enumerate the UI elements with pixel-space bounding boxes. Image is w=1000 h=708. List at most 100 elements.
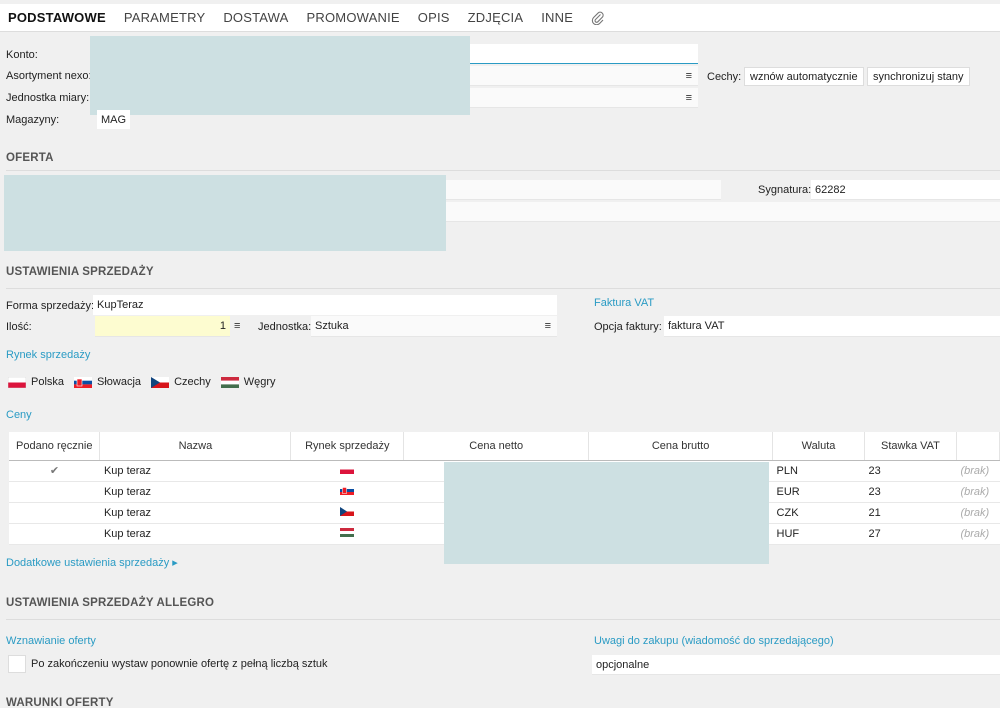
opcja-faktury-value: faktura VAT [668,320,725,332]
rynek-sprzedazy-link[interactable]: Rynek sprzedaży [6,349,90,361]
tab-opis[interactable]: OPIS [418,10,450,25]
uwagi-value: opcjonalne [596,658,650,671]
column-header[interactable]: Waluta [772,432,865,461]
uwagi-field[interactable]: opcjonalne [592,655,1000,675]
market-name: Węgry [243,376,276,388]
row-name: Kup teraz [99,502,291,524]
konto-field[interactable] [470,44,698,64]
row-currency: CZK [772,502,865,524]
dodatkowe-ustawienia-link[interactable]: Dodatkowe ustawienia sprzedaży ▸ [6,556,178,569]
tab-zdjecia[interactable]: ZDJĘCIA [468,10,524,25]
menu-icon[interactable]: ≡ [686,92,692,104]
menu-icon[interactable]: ≡ [545,320,551,332]
market-name: Słowacja [97,376,142,388]
manual-check-icon[interactable] [9,523,100,545]
row-vat[interactable]: 21 [864,502,957,524]
magazyny-value-text: MAG [101,113,127,126]
wznawianie-checkbox[interactable] [8,655,26,673]
jednostka-field[interactable]: Sztuka ≡ [311,316,557,337]
column-header[interactable]: Cena netto [403,432,590,461]
market-czechy[interactable]: Czechy [151,376,211,388]
row-vat[interactable]: 23 [864,460,957,482]
magazyny-label: Magazyny: [6,114,60,126]
row-vat[interactable]: 23 [864,481,957,503]
asortyment-field[interactable]: ≡ [470,66,698,86]
tab-promowanie[interactable]: PROMOWANIE [307,10,400,25]
row-extra: (brak) [956,460,1000,482]
wznow-automatycznie-text: wznów automatycznie [750,70,858,83]
opcja-faktury-label: Opcja faktury: [594,321,662,333]
manual-check-icon[interactable] [9,502,100,524]
markets-list: Polska Słowacja Czechy Węgry [8,376,286,388]
oferta-field-2[interactable] [446,202,1000,222]
market-wegry[interactable]: Węgry [220,376,276,388]
wznawianie-oferty-link[interactable]: Wznawianie oferty [6,635,96,647]
row-currency: EUR [772,481,865,503]
row-currency: PLN [772,460,865,482]
opcja-faktury-field[interactable]: faktura VAT [664,316,1000,337]
column-header[interactable]: Rynek sprzedaży [290,432,405,461]
divider [6,619,1000,620]
magazyny-value[interactable]: MAG [97,110,130,129]
menu-icon[interactable]: ≡ [234,320,240,332]
oferta-field-1[interactable] [446,180,721,200]
ceny-link[interactable]: Ceny [6,409,32,421]
forma-sprzedazy-field[interactable]: KupTeraz [93,295,557,315]
hungary-flag-icon [290,523,404,545]
tab-podstawowe[interactable]: PODSTAWOWE [8,10,106,25]
column-header[interactable]: Cena brutto [588,432,774,461]
column-header[interactable]: Podano ręcznie [9,432,101,461]
wznawianie-text: Po zakończeniu wystaw ponownie ofertę z … [31,658,328,670]
manual-check-icon[interactable]: ✔ [9,460,100,482]
oferta-heading: OFERTA [6,152,54,164]
column-header-empty [956,432,1000,461]
ilosc-input[interactable]: 1 [95,316,230,337]
row-name: Kup teraz [99,460,291,482]
row-extra: (brak) [956,523,1000,545]
hungary-flag-icon [220,376,239,388]
manual-check-icon[interactable] [9,481,100,503]
jednostka-miary-field[interactable]: ≡ [470,88,698,108]
jednostka-miary-label: Jednostka miary: [6,92,90,104]
ilosc-label: Ilość: [6,321,32,333]
warunki-oferty-heading: WARUNKI OFERTY [6,697,114,708]
market-polska[interactable]: Polska [8,376,64,388]
tab-bar: PODSTAWOWE PARAMETRY DOSTAWA PROMOWANIE … [0,4,1000,32]
divider [6,288,1000,289]
paperclip-icon[interactable] [591,11,605,25]
sygnatura-field[interactable]: 62282 [811,180,1000,200]
column-header[interactable]: Stawka VAT [864,432,957,461]
sygnatura-label: Sygnatura: [758,184,812,196]
czech-flag-icon [151,376,170,388]
redacted-area [90,36,470,115]
row-name: Kup teraz [99,481,291,503]
row-vat[interactable]: 27 [864,523,957,545]
market-name: Czechy [174,376,211,388]
market-slowacja[interactable]: Słowacja [74,376,141,388]
synchronizuj-stany-button[interactable]: synchronizuj stany [867,67,970,86]
tab-dostawa[interactable]: DOSTAWA [223,10,288,25]
row-extra: (brak) [956,481,1000,503]
redacted-area [4,175,446,251]
table-header: Podano ręcznie Nazwa Rynek sprzedaży Cen… [9,432,1000,461]
ilosc-value: 1 [219,320,226,332]
menu-icon[interactable]: ≡ [686,70,692,82]
forma-sprzedazy-label: Forma sprzedaży: [6,300,95,312]
faktura-vat-link[interactable]: Faktura VAT [594,297,654,309]
forma-sprzedazy-value: KupTeraz [97,299,144,311]
uwagi-link[interactable]: Uwagi do zakupu (wiadomość do sprzedając… [594,635,834,647]
jednostka-label: Jednostka: [258,321,312,333]
row-name: Kup teraz [99,523,291,545]
wznow-automatycznie-button[interactable]: wznów automatycznie [744,67,864,86]
poland-flag-icon [290,460,404,482]
tab-inne[interactable]: INNE [541,10,573,25]
allegro-settings-heading: USTAWIENIA SPRZEDAŻY ALLEGRO [6,597,215,609]
redacted-area [444,462,769,564]
column-header[interactable]: Nazwa [99,432,292,461]
konto-label: Konto: [6,49,38,61]
slovakia-flag-icon [290,481,404,503]
sygnatura-value: 62282 [815,183,846,196]
jednostka-value: Sztuka [315,320,349,332]
tab-parametry[interactable]: PARAMETRY [124,10,206,25]
market-name: Polska [31,376,65,388]
